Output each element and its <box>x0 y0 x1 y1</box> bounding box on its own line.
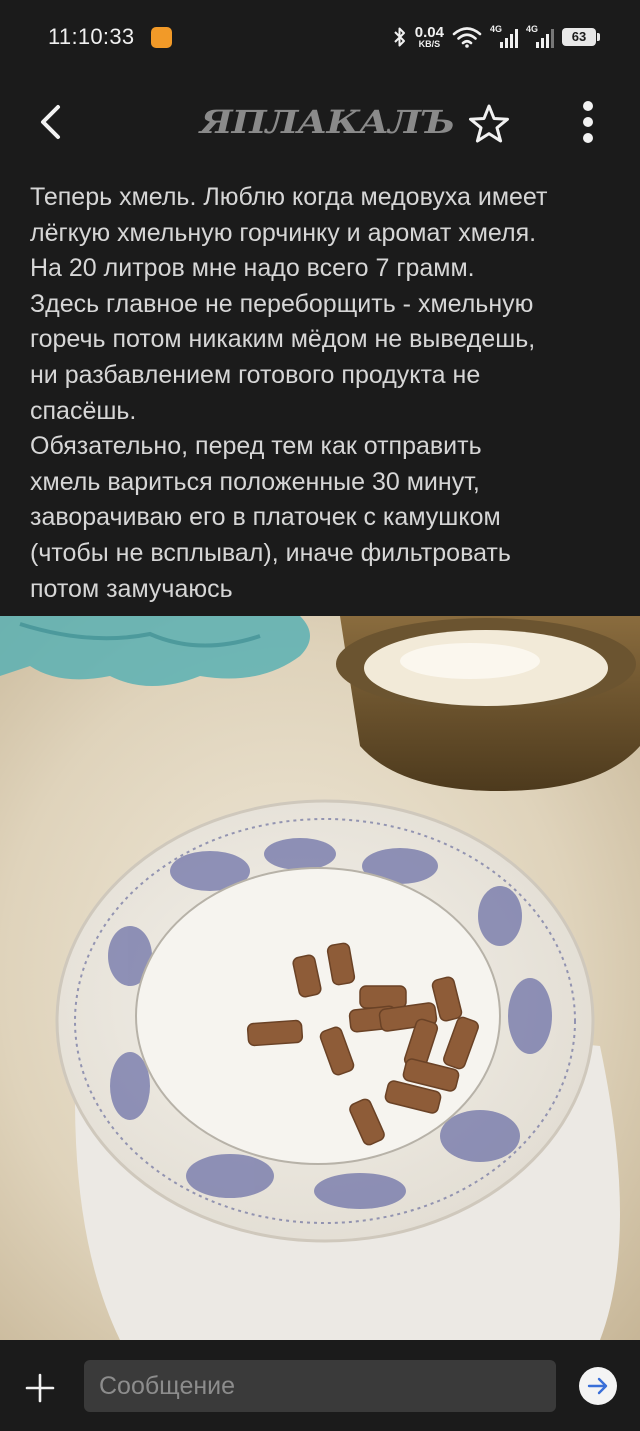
send-arrow-icon <box>587 1377 608 1395</box>
status-time: 11:10:33 <box>48 24 135 49</box>
more-options-button[interactable] <box>568 98 608 146</box>
post-text-line: лёгкую хмельную горчинку и аромат хмеля. <box>30 218 537 247</box>
app-header: ЯПЛАКАЛЪ <box>0 72 640 172</box>
network-speed-value: 0.04 <box>414 24 444 41</box>
post-text-line: горечь потом никаким мёдом не выведешь, <box>30 325 536 354</box>
attach-button[interactable] <box>22 1370 58 1406</box>
more-vertical-icon <box>583 101 593 143</box>
post-text-line: ни разбавлением готового продукта не <box>30 360 481 389</box>
post-text-line: На 20 литров мне надо всего 7 грамм. <box>30 254 475 283</box>
app-notification-icon <box>151 27 172 48</box>
plus-icon <box>25 1373 55 1403</box>
bluetooth-icon <box>394 27 405 47</box>
post-photo[interactable] <box>0 616 640 1340</box>
post-text-line: (чтобы не всплывал), иначе фильтровать <box>30 538 511 567</box>
site-logo[interactable]: ЯПЛАКАЛЪ <box>200 102 455 142</box>
send-button[interactable] <box>579 1367 617 1405</box>
battery-icon: 63 <box>562 28 600 46</box>
post-text-line: Здесь главное не переборщить - хмельную <box>30 289 534 318</box>
signal-icon: 4G <box>526 24 554 48</box>
message-input[interactable] <box>84 1360 556 1412</box>
star-icon <box>469 104 509 143</box>
network-speed: 0.04 KB/S <box>415 25 444 49</box>
post-text-line: Обязательно, перед тем как отправить <box>30 432 482 461</box>
status-bar: 11:10:33 0.04 KB/S 4G 4G 63 <box>0 0 640 72</box>
post-text-line: хмель вариться положенные 30 минут, <box>30 467 480 496</box>
post-text-line: заворачиваю его в платочек с камушком <box>30 503 501 532</box>
wifi-icon <box>452 27 482 48</box>
post-text-line: Теперь хмель. Люблю когда медовуха имеет <box>30 183 548 211</box>
status-indicators: 0.04 KB/S 4G 4G 63 <box>393 22 600 52</box>
logo-text: ЯПЛАКАЛЪ <box>200 103 455 141</box>
post-text: Теперь хмель. Люблю когда медовуха имеет… <box>30 180 620 607</box>
network-speed-unit: KB/S <box>418 39 441 49</box>
back-icon <box>41 105 60 139</box>
post-text-line: спасёшь. <box>30 396 137 425</box>
post-text-line: потом замучаюсь <box>30 574 233 603</box>
message-composer <box>0 1340 640 1431</box>
back-button[interactable] <box>28 100 72 144</box>
favorite-button[interactable] <box>466 100 512 146</box>
signal-icon: 4G <box>490 24 518 48</box>
